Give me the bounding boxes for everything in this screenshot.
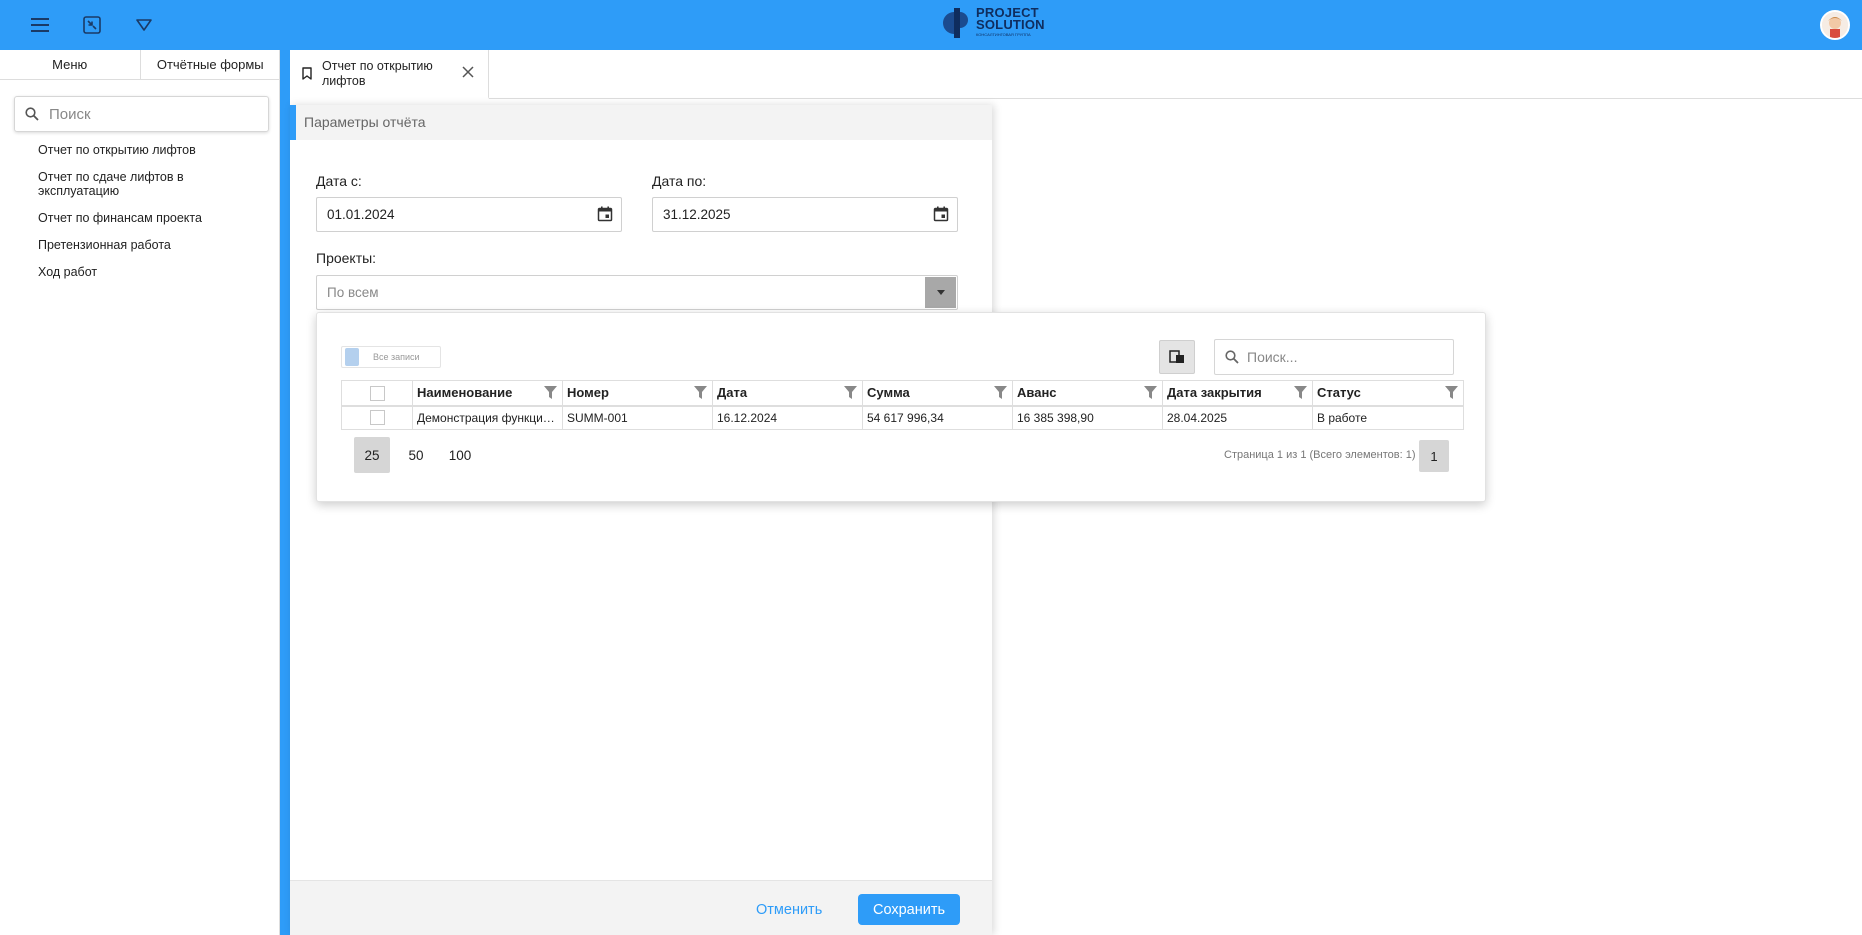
hamburger-menu-icon[interactable] <box>27 12 53 38</box>
column-header-label: Сумма <box>867 385 910 401</box>
page-info: Страница 1 из 1 (Всего элементов: 1) <box>1224 449 1416 461</box>
projects-label: Проекты: <box>316 250 377 266</box>
doc-tab-elevator-opening-report[interactable]: Отчет по открытию лифтов <box>290 50 489 99</box>
sidebar-item-elevator-commissioning[interactable]: Отчет по сдаче лифтов в эксплуатацию <box>38 170 208 198</box>
column-header-label: Наименование <box>417 385 513 401</box>
page-number-1[interactable]: 1 <box>1419 440 1449 472</box>
page-size-selector: 25 50 100 <box>354 437 486 473</box>
sidebar-item-claims-work[interactable]: Претензионная работа <box>38 238 268 252</box>
filter-icon[interactable] <box>844 386 857 399</box>
project-solution-logo: PROJECT SOLUTION КОНСАЛТИНГОВАЯ ГРУППА <box>942 4 1052 44</box>
search-icon <box>1225 350 1239 364</box>
close-icon[interactable] <box>462 66 474 78</box>
doc-tab-label: Отчет по открытию лифтов <box>322 59 433 88</box>
date-from-value: 01.01.2024 <box>327 207 395 222</box>
sidebar-item-project-finance[interactable]: Отчет по финансам проекта <box>38 211 268 225</box>
sidebar-search-input[interactable] <box>49 105 249 123</box>
column-header-status[interactable]: Статус <box>1312 380 1464 407</box>
cell-number: SUMM-001 <box>562 405 713 430</box>
filter-icon[interactable] <box>1144 386 1157 399</box>
tab-report-forms[interactable]: Отчётные формы <box>139 50 281 79</box>
date-from-label: Дата с: <box>316 173 362 189</box>
grid-header-row: Наименование Номер Дата Сумма Аванс Дата… <box>341 380 1464 407</box>
column-header-label: Дата <box>717 385 748 401</box>
select-pages-icon <box>1169 350 1184 363</box>
tab-menu[interactable]: Меню <box>0 50 140 79</box>
search-icon <box>25 107 39 121</box>
date-to-value: 31.12.2025 <box>663 207 731 222</box>
column-header-amount[interactable]: Сумма <box>862 380 1013 407</box>
page-size-25[interactable]: 25 <box>354 437 390 473</box>
params-title: Параметры отчёта <box>304 114 426 130</box>
cell-date: 16.12.2024 <box>712 405 863 430</box>
calendar-icon[interactable] <box>933 206 949 222</box>
grid-search-input[interactable] <box>1247 349 1437 365</box>
cell-name: Демонстрация функциональных возможностей <box>412 405 563 430</box>
projects-select-placeholder: По всем <box>327 285 379 300</box>
filter-icon[interactable] <box>1294 386 1307 399</box>
column-header-label: Дата закрытия <box>1167 385 1262 401</box>
filter-icon[interactable] <box>694 386 707 399</box>
all-records-label: Все записи <box>373 352 420 362</box>
all-records-toggle[interactable]: Все записи <box>341 346 441 368</box>
filter-triangle-icon[interactable] <box>131 12 157 38</box>
column-header-number[interactable]: Номер <box>562 380 713 407</box>
cell-close-date: 28.04.2025 <box>1162 405 1313 430</box>
projects-dropdown-button[interactable] <box>925 277 956 308</box>
page-size-100[interactable]: 100 <box>442 437 478 473</box>
bookmark-icon <box>302 67 312 80</box>
sidebar-resize-strip[interactable] <box>280 50 290 935</box>
projects-select[interactable]: По всем <box>316 275 958 310</box>
date-from-field[interactable]: 01.01.2024 <box>316 197 622 232</box>
row-select-cell <box>341 405 413 430</box>
page-size-50[interactable]: 50 <box>398 437 434 473</box>
logo-line-2: SOLUTION <box>976 17 1045 32</box>
filter-icon[interactable] <box>1445 386 1458 399</box>
projects-grid: Наименование Номер Дата Сумма Аванс Дата… <box>341 380 1464 430</box>
cell-status: В работе <box>1312 405 1464 430</box>
sidebar-report-list: Отчет по открытию лифтов Отчет по сдаче … <box>38 143 268 292</box>
column-header-label: Статус <box>1317 385 1361 401</box>
filter-icon[interactable] <box>994 386 1007 399</box>
params-header: Параметры отчёта <box>290 105 992 140</box>
top-bar: PROJECT SOLUTION КОНСАЛТИНГОВАЯ ГРУППА <box>0 0 1862 50</box>
logo-mark-icon <box>943 8 968 38</box>
grid-search[interactable] <box>1214 339 1454 375</box>
cell-amount: 54 617 996,34 <box>862 405 1013 430</box>
report-parameters-panel: Параметры отчёта Дата с: 01.01.2024 Дата… <box>290 105 992 935</box>
row-checkbox[interactable] <box>369 410 385 426</box>
sidebar-tabs: Меню Отчётные формы <box>0 50 280 80</box>
column-header-date[interactable]: Дата <box>712 380 863 407</box>
table-row[interactable]: Демонстрация функциональных возможностей… <box>341 405 1464 430</box>
cell-advance: 16 385 398,90 <box>1012 405 1163 430</box>
calendar-icon[interactable] <box>597 206 613 222</box>
document-tabs-bar: Отчет по открытию лифтов <box>290 50 1862 99</box>
column-header-close-date[interactable]: Дата закрытия <box>1162 380 1313 407</box>
column-header-name[interactable]: Наименование <box>412 380 563 407</box>
sidebar-item-elevator-opening[interactable]: Отчет по открытию лифтов <box>38 143 268 157</box>
column-header-label: Аванс <box>1017 385 1057 401</box>
sidebar: Меню Отчётные формы Отчет по открытию ли… <box>0 50 280 935</box>
save-button[interactable]: Сохранить <box>858 894 960 925</box>
user-avatar[interactable] <box>1820 10 1850 40</box>
params-footer: Отменить Сохранить <box>290 880 992 935</box>
all-records-checkbox[interactable] <box>345 348 359 366</box>
cancel-button[interactable]: Отменить <box>756 895 822 925</box>
projects-dropdown-popup: Все записи Наименование Номер Дата Сумма… <box>316 312 1486 502</box>
select-all-cell <box>341 380 413 407</box>
collapse-screen-icon[interactable] <box>79 12 105 38</box>
column-header-advance[interactable]: Аванс <box>1012 380 1163 407</box>
sidebar-search[interactable] <box>14 96 269 132</box>
selection-mode-button[interactable] <box>1159 340 1195 374</box>
column-header-label: Номер <box>567 385 609 401</box>
logo-text: PROJECT SOLUTION <box>976 6 1045 32</box>
date-to-field[interactable]: 31.12.2025 <box>652 197 958 232</box>
caret-down-icon <box>936 290 945 295</box>
sidebar-item-work-progress[interactable]: Ход работ <box>38 265 268 279</box>
logo-tagline: КОНСАЛТИНГОВАЯ ГРУППА <box>976 32 1031 37</box>
date-to-label: Дата по: <box>652 173 707 189</box>
select-all-checkbox[interactable] <box>369 385 385 401</box>
filter-icon[interactable] <box>544 386 557 399</box>
